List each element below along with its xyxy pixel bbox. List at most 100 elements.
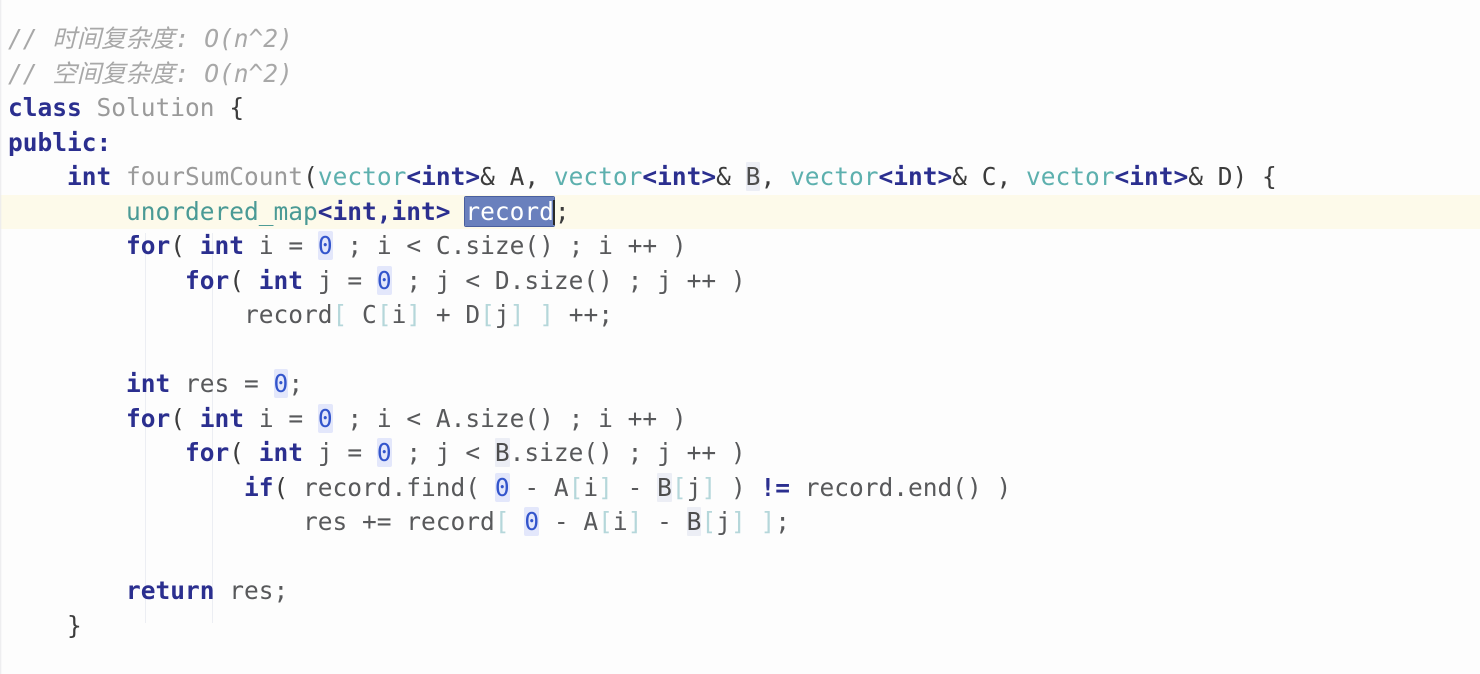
code-token: ; — [288, 369, 304, 398]
code-line[interactable]: for( int i = 0 ; i < A.size() ; i ++ ) — [0, 402, 1480, 437]
code-line[interactable]: for( int j = 0 ; j < D.size() ; j ++ ) — [0, 264, 1480, 299]
code-token: C — [347, 300, 377, 329]
code-line[interactable]: unordered_map<int,int> record; — [0, 194, 1480, 229]
code-token: 0 — [273, 369, 289, 398]
code-token: int — [258, 438, 304, 467]
code-line[interactable]: } — [0, 609, 1480, 644]
code-token: & D) { — [1188, 162, 1277, 191]
code-token: for — [126, 403, 171, 433]
code-token: for — [126, 231, 171, 260]
code-token: j = — [303, 438, 377, 467]
code-line[interactable]: // 空间复杂度: O(n^2) — [0, 57, 1480, 92]
code-token: [ — [376, 300, 392, 329]
code-token: [ — [332, 300, 348, 329]
code-token: - — [642, 507, 687, 536]
code-token: 0 — [317, 403, 333, 433]
code-token: : — [96, 127, 112, 157]
code-token: int — [199, 403, 245, 433]
code-token: ] — [627, 507, 643, 536]
code-token: ( — [170, 231, 200, 260]
code-token: [ — [701, 507, 717, 536]
code-line[interactable]: for( int j = 0 ; j < B.size() ; j ++ ) — [0, 436, 1480, 471]
code-token: ] — [760, 507, 776, 536]
code-token: j — [716, 507, 731, 536]
code-line[interactable]: return res; — [0, 574, 1480, 609]
code-line[interactable]: int fourSumCount(vector<int>& A, vector<… — [0, 160, 1480, 195]
code-token: ; i < C.size() ; i ++ ) — [332, 231, 687, 260]
code-token: , — [760, 162, 790, 191]
code-token: ] — [730, 507, 746, 536]
code-token: ; j < D.size() ; j ++ ) — [391, 265, 746, 295]
code-token: res; — [214, 576, 289, 605]
code-line-text: record[ C[i] + D[j] ] ++; — [0, 298, 613, 333]
code-token: class — [8, 93, 82, 122]
code-token: ( — [229, 265, 259, 295]
code-token: j — [686, 472, 702, 502]
code-token: public — [8, 127, 97, 157]
code-editor[interactable]: // 时间复杂度: O(n^2)// 空间复杂度: O(n^2) class So… — [0, 0, 1480, 674]
code-token: ] — [539, 300, 554, 329]
code-token: vector — [317, 162, 407, 191]
code-token: for — [185, 438, 230, 467]
code-token: vector — [553, 162, 643, 191]
code-token: vector — [789, 162, 879, 191]
code-token: B — [657, 472, 672, 502]
code-token: [ — [568, 472, 584, 502]
code-line[interactable] — [0, 540, 1480, 575]
code-token: ( — [170, 403, 200, 433]
code-token: } — [8, 610, 82, 640]
code-token: vector — [1026, 162, 1115, 191]
code-token: i — [391, 300, 407, 329]
code-token: int — [258, 265, 304, 295]
code-token: i = — [244, 231, 318, 260]
code-line[interactable]: record[ C[i] + D[j] ] ++; — [0, 298, 1480, 333]
code-token: [ — [480, 300, 495, 329]
code-token: & C, — [952, 162, 1026, 191]
code-line[interactable]: // 时间复杂度: O(n^2) — [0, 22, 1480, 57]
code-text-area[interactable]: // 时间复杂度: O(n^2)// 空间复杂度: O(n^2) class So… — [0, 0, 1480, 674]
code-token: - A — [539, 507, 599, 536]
code-token: [ — [598, 507, 613, 536]
code-token: <int,int> — [317, 196, 451, 226]
code-token: <int> — [1114, 162, 1189, 191]
code-token: 0 — [524, 507, 540, 536]
code-token: int — [67, 162, 112, 191]
code-line-text: return res; — [0, 574, 288, 609]
code-token: ++; — [553, 300, 613, 329]
code-line[interactable]: if( record.find( 0 - A[i] - B[j] ) != re… — [0, 471, 1480, 506]
code-token: != — [760, 472, 790, 502]
code-line[interactable]: res += record[ 0 - A[i] - B[j] ]; — [0, 505, 1480, 540]
code-token: ( — [273, 472, 304, 502]
code-line[interactable]: class Solution { — [0, 91, 1480, 126]
code-token: B — [686, 507, 702, 536]
code-token: 0 — [376, 438, 392, 467]
code-line[interactable]: public: — [0, 126, 1480, 161]
code-token: i — [583, 472, 599, 502]
code-token: ; — [775, 507, 791, 536]
code-token: - A — [509, 472, 569, 502]
code-token: unordered_map — [126, 196, 318, 226]
code-token: res = — [170, 369, 274, 398]
code-line[interactable]: int res = 0; — [0, 367, 1480, 402]
code-line[interactable]: for( int i = 0 ; i < C.size() ; i ++ ) — [0, 229, 1480, 264]
code-token: <int> — [878, 162, 953, 191]
code-token: <int> — [406, 162, 481, 191]
code-token: fourSumCount — [126, 162, 304, 191]
code-line-text: for( int i = 0 ; i < C.size() ; i ++ ) — [0, 229, 687, 264]
code-line-text: // 时间复杂度: O(n^2) — [0, 22, 293, 57]
code-line[interactable] — [0, 333, 1480, 368]
code-token: [ — [494, 507, 510, 536]
code-token: int — [199, 231, 245, 260]
code-token: j = — [303, 265, 377, 295]
code-line-text: for( int i = 0 ; i < A.size() ; i ++ ) — [0, 402, 687, 437]
code-token: ; i < A.size() ; i ++ ) — [332, 403, 687, 433]
